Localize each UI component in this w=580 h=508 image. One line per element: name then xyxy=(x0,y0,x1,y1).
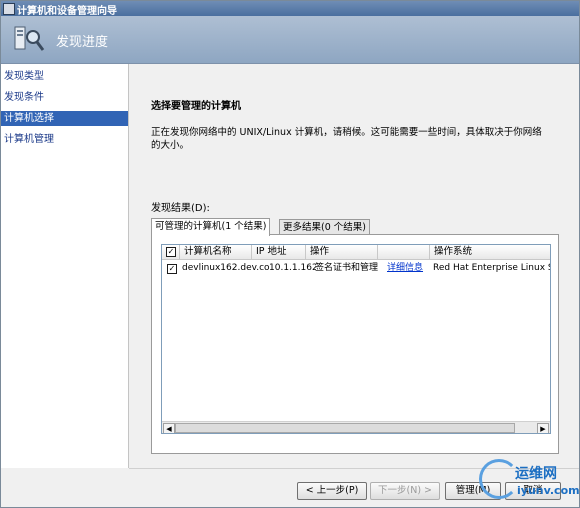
column-header-action-label: 操作 xyxy=(310,246,330,257)
app-icon xyxy=(3,3,15,15)
horizontal-scrollbar[interactable]: ◀ ▶ xyxy=(162,421,550,433)
site-watermark: 运维网 iyunv.com xyxy=(479,457,579,505)
tab-manageable-computers[interactable]: 可管理的计算机(1 个结果) xyxy=(151,218,271,236)
scroll-left-icon[interactable]: ◀ xyxy=(163,423,175,433)
details-link[interactable]: 详细信息 xyxy=(384,261,432,275)
window-title: 计算机和设备管理向导 xyxy=(17,6,117,17)
scroll-right-icon[interactable]: ▶ xyxy=(537,423,549,433)
watermark-title: 运维网 xyxy=(515,466,557,482)
results-tab-panel: ✓ 计算机名称 IP 地址 操作 操作系统 ✓ devlinux162.dev.… xyxy=(151,234,559,454)
page-title: 发现进度 xyxy=(56,35,109,50)
watermark-url: iyunv.com xyxy=(517,484,580,497)
title-bar[interactable]: 计算机和设备管理向导 xyxy=(1,1,579,17)
wizard-window: 计算机和设备管理向导 发现进度 发现类型 发现条件 计算机选择 计算机管理 选择… xyxy=(0,0,580,508)
section-heading: 选择要管理的计算机 xyxy=(151,101,241,112)
table-row[interactable]: ✓ devlinux162.dev.com 10.1.1.162 签名证书和管理… xyxy=(162,261,550,275)
next-button[interactable]: 下一步(N) > xyxy=(370,482,440,500)
select-all-checkbox[interactable]: ✓ xyxy=(166,247,176,257)
results-label: 发现结果(D): xyxy=(151,203,210,214)
wizard-banner: 发现进度 xyxy=(1,16,579,64)
description-text: 正在发现你网络中的 UNIX/Linux 计算机，请稍候。这可能需要一些时间，具… xyxy=(151,127,542,151)
main-content: 选择要管理的计算机 正在发现你网络中的 UNIX/Linux 计算机，请稍候。这… xyxy=(129,64,579,468)
back-button[interactable]: < 上一步(P) xyxy=(297,482,367,500)
column-header-name[interactable]: 计算机名称 xyxy=(180,245,252,259)
column-header-os[interactable]: 操作系统 xyxy=(430,245,550,259)
table-header: ✓ 计算机名称 IP 地址 操作 操作系统 xyxy=(162,245,550,260)
select-all-header[interactable]: ✓ xyxy=(162,245,180,259)
wizard-steps-sidebar: 发现类型 发现条件 计算机选择 计算机管理 xyxy=(1,64,129,468)
sidebar-item-computer-management[interactable]: 计算机管理 xyxy=(1,132,128,147)
scrollbar-thumb[interactable] xyxy=(175,423,515,433)
column-header-action[interactable]: 操作 xyxy=(306,245,378,259)
cell-action[interactable]: 签名证书和管理 xyxy=(312,261,388,275)
cell-computer-name: devlinux162.dev.com xyxy=(182,263,269,273)
column-header-details[interactable] xyxy=(378,245,430,259)
row-checkbox[interactable]: ✓ xyxy=(167,264,177,274)
sidebar-item-discovery-criteria[interactable]: 发现条件 xyxy=(1,90,128,105)
cell-operating-system: Red Hat Enterprise Linux Serve xyxy=(433,263,550,273)
sidebar-item-discovery-type[interactable]: 发现类型 xyxy=(1,69,128,84)
discovery-magnifier-icon xyxy=(14,26,45,51)
cell-ip-address: 10.1.1.162 xyxy=(269,263,316,273)
tab-more-results[interactable]: 更多结果(0 个结果) xyxy=(279,219,370,235)
computers-table: ✓ 计算机名称 IP 地址 操作 操作系统 ✓ devlinux162.dev.… xyxy=(161,244,551,434)
watermark-logo-icon xyxy=(479,459,519,499)
column-header-ip[interactable]: IP 地址 xyxy=(252,245,306,259)
sidebar-item-computer-selection[interactable]: 计算机选择 xyxy=(1,111,128,126)
